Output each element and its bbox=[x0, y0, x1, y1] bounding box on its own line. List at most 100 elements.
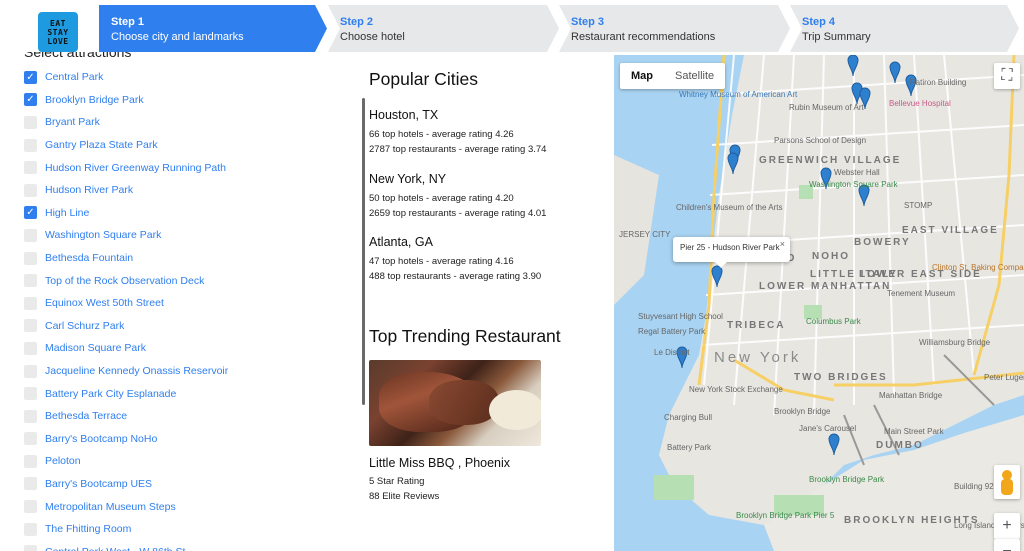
checkbox[interactable] bbox=[24, 115, 37, 129]
map-label: New York Stock Exchange bbox=[689, 385, 783, 394]
attraction-label[interactable]: Washington Square Park bbox=[45, 229, 161, 241]
checkbox[interactable] bbox=[24, 545, 37, 551]
attraction-label[interactable]: The Fhitting Room bbox=[45, 523, 131, 535]
attraction-label[interactable]: Hudson River Greenway Running Path bbox=[45, 162, 226, 174]
city-restaurants: 2659 top restaurants - average rating 4.… bbox=[369, 208, 547, 219]
attraction-item[interactable]: Metropolitan Museum Steps bbox=[24, 495, 228, 518]
attraction-label[interactable]: High Line bbox=[45, 207, 89, 219]
attraction-label[interactable]: Brooklyn Bridge Park bbox=[45, 94, 144, 106]
attraction-item[interactable]: ✓ High Line bbox=[24, 202, 228, 225]
attraction-item[interactable]: Battery Park City Esplanade bbox=[24, 382, 228, 405]
attraction-label[interactable]: Metropolitan Museum Steps bbox=[45, 501, 176, 513]
attraction-label[interactable]: Barry's Bootcamp UES bbox=[45, 478, 152, 490]
city-hotels: 66 top hotels - average rating 4.26 bbox=[369, 129, 514, 140]
satellite-view-button[interactable]: Satellite bbox=[664, 63, 725, 89]
step-1[interactable]: Step 1 Choose city and landmarks bbox=[99, 5, 327, 52]
close-icon[interactable]: × bbox=[780, 239, 785, 249]
checkbox[interactable] bbox=[24, 454, 37, 468]
city-card: Atlanta, GA 47 top hotels - average rati… bbox=[369, 235, 541, 284]
attraction-item[interactable]: Central Park West - W 86th St bbox=[24, 540, 228, 551]
street-view-pegman-icon[interactable] bbox=[994, 465, 1020, 499]
attraction-label[interactable]: Peloton bbox=[45, 455, 81, 467]
fullscreen-icon[interactable]: ⛶ bbox=[994, 63, 1020, 89]
checkbox[interactable] bbox=[24, 138, 37, 152]
step-2[interactable]: Step 2 Choose hotel bbox=[328, 5, 559, 52]
attraction-item[interactable]: Peloton bbox=[24, 450, 228, 473]
map-label: Columbus Park bbox=[806, 317, 861, 326]
attraction-label[interactable]: Equinox West 50th Street bbox=[45, 297, 164, 309]
attraction-item[interactable]: Equinox West 50th Street bbox=[24, 292, 228, 315]
attraction-label[interactable]: Barry's Bootcamp NoHo bbox=[45, 433, 157, 445]
checkbox[interactable] bbox=[24, 161, 37, 175]
logo-line-2: STAY bbox=[47, 27, 69, 37]
attraction-label[interactable]: Jacqueline Kennedy Onassis Reservoir bbox=[45, 365, 228, 377]
attraction-item[interactable]: Barry's Bootcamp NoHo bbox=[24, 428, 228, 451]
checkbox[interactable] bbox=[24, 500, 37, 514]
step-3-label: Restaurant recommendations bbox=[571, 31, 716, 43]
attraction-item[interactable]: Barry's Bootcamp UES bbox=[24, 473, 228, 496]
attractions-panel: Select attractions ✓ Central Park ✓ Brookly… bbox=[24, 52, 354, 551]
checkbox[interactable] bbox=[24, 364, 37, 378]
checkbox[interactable] bbox=[24, 228, 37, 242]
attraction-label[interactable]: Bryant Park bbox=[45, 116, 100, 128]
step-3[interactable]: Step 3 Restaurant recommendations bbox=[559, 5, 790, 52]
city-restaurants: 2787 top restaurants - average rating 3.… bbox=[369, 144, 547, 155]
attraction-item[interactable]: The Fhitting Room bbox=[24, 518, 228, 541]
checkbox[interactable] bbox=[24, 522, 37, 536]
checkbox[interactable] bbox=[24, 477, 37, 491]
map-label: STOMP bbox=[904, 201, 933, 210]
checkbox[interactable] bbox=[24, 341, 37, 355]
checkbox-checked[interactable]: ✓ bbox=[24, 70, 37, 84]
map-label: Stuyvesant High School bbox=[638, 312, 723, 321]
attraction-item[interactable]: ✓ Central Park bbox=[24, 66, 228, 89]
attraction-item[interactable]: Hudson River Park bbox=[24, 179, 228, 202]
attraction-label[interactable]: Top of the Rock Observation Deck bbox=[45, 275, 204, 287]
checkbox[interactable] bbox=[24, 296, 37, 310]
attraction-item[interactable]: Bethesda Fountain bbox=[24, 247, 228, 270]
attraction-label[interactable]: Madison Square Park bbox=[45, 342, 146, 354]
city-name: New York, NY bbox=[369, 172, 447, 186]
checkbox[interactable] bbox=[24, 409, 37, 423]
checkbox[interactable] bbox=[24, 251, 37, 265]
step-4-number: Step 4 bbox=[802, 16, 836, 28]
app-logo[interactable]: EAT STAY LOVE bbox=[38, 12, 78, 52]
checkbox-checked[interactable]: ✓ bbox=[24, 206, 37, 220]
map-label: Tenement Museum bbox=[887, 289, 956, 298]
attraction-item[interactable]: Bethesda Terrace bbox=[24, 405, 228, 428]
map-view-button[interactable]: Map bbox=[620, 63, 664, 89]
checkbox[interactable] bbox=[24, 387, 37, 401]
zoom-out-button[interactable]: − bbox=[994, 539, 1020, 551]
zoom-in-button[interactable]: + bbox=[994, 513, 1020, 539]
map-label: GREENWICH VILLAGE bbox=[759, 155, 902, 166]
checkbox-checked[interactable]: ✓ bbox=[24, 93, 37, 107]
attraction-item[interactable]: Hudson River Greenway Running Path bbox=[24, 156, 228, 179]
attraction-label[interactable]: Bethesda Terrace bbox=[45, 410, 127, 422]
attraction-item[interactable]: ✓ Brooklyn Bridge Park bbox=[24, 89, 228, 112]
attraction-item[interactable]: Top of the Rock Observation Deck bbox=[24, 269, 228, 292]
attraction-item[interactable]: Carl Schurz Park bbox=[24, 315, 228, 338]
checkbox[interactable] bbox=[24, 183, 37, 197]
map[interactable]: Flatiron Building Whitney Museum of Amer… bbox=[614, 55, 1024, 551]
attraction-label[interactable]: Battery Park City Esplanade bbox=[45, 388, 176, 400]
attraction-label[interactable]: Central Park bbox=[45, 71, 103, 83]
city-restaurants: 488 top restaurants - average rating 3.9… bbox=[369, 271, 542, 282]
map-label: Whitney Museum of American Art bbox=[679, 90, 798, 99]
attraction-item[interactable]: Gantry Plaza State Park bbox=[24, 134, 228, 157]
checkbox[interactable] bbox=[24, 274, 37, 288]
attraction-item[interactable]: Madison Square Park bbox=[24, 337, 228, 360]
step-4[interactable]: Step 4 Trip Summary bbox=[790, 5, 1019, 52]
city-name: Houston, TX bbox=[369, 108, 439, 122]
restaurant-photo[interactable] bbox=[369, 360, 541, 446]
attraction-label[interactable]: Central Park West - W 86th St bbox=[45, 546, 185, 551]
attraction-label[interactable]: Gantry Plaza State Park bbox=[45, 139, 158, 151]
attraction-label[interactable]: Hudson River Park bbox=[45, 184, 133, 196]
checkbox[interactable] bbox=[24, 319, 37, 333]
attraction-label[interactable]: Bethesda Fountain bbox=[45, 252, 133, 264]
attraction-item[interactable]: Bryant Park bbox=[24, 111, 228, 134]
attraction-item[interactable]: Washington Square Park bbox=[24, 224, 228, 247]
map-label: TRIBECA bbox=[727, 320, 786, 331]
checkbox[interactable] bbox=[24, 432, 37, 446]
attraction-item[interactable]: Jacqueline Kennedy Onassis Reservoir bbox=[24, 360, 228, 383]
attraction-label[interactable]: Carl Schurz Park bbox=[45, 320, 124, 332]
scrollbar[interactable] bbox=[362, 98, 365, 405]
